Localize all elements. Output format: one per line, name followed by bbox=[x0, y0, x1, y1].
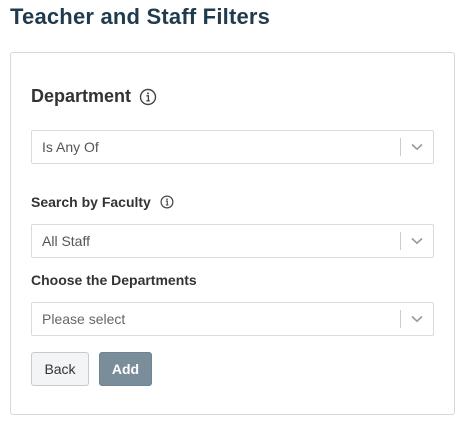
back-button[interactable]: Back bbox=[31, 352, 89, 386]
departments-select-placeholder: Please select bbox=[42, 311, 126, 327]
departments-choice-label: Choose the Departments bbox=[31, 272, 197, 288]
faculty-select-value: All Staff bbox=[42, 233, 90, 249]
department-title: Department bbox=[31, 86, 132, 106]
chevron-down-icon[interactable] bbox=[401, 131, 433, 163]
departments-select[interactable]: Please select bbox=[31, 302, 434, 336]
info-icon[interactable] bbox=[160, 195, 174, 209]
faculty-select[interactable]: All Staff bbox=[31, 224, 434, 258]
page-title: Teacher and Staff Filters bbox=[10, 4, 271, 29]
add-button[interactable]: Add bbox=[99, 352, 152, 386]
department-operator-select[interactable]: Is Any Of bbox=[31, 130, 434, 164]
info-icon[interactable] bbox=[139, 88, 157, 106]
filter-card: Department Is Any Of Search by Faculty A… bbox=[10, 52, 455, 415]
department-section-header: Department bbox=[31, 86, 157, 107]
faculty-label: Search by Faculty bbox=[31, 194, 151, 210]
chevron-down-icon[interactable] bbox=[401, 303, 433, 335]
chevron-down-icon[interactable] bbox=[401, 225, 433, 257]
faculty-label-row: Search by Faculty bbox=[31, 194, 174, 210]
department-operator-value: Is Any Of bbox=[42, 139, 99, 155]
